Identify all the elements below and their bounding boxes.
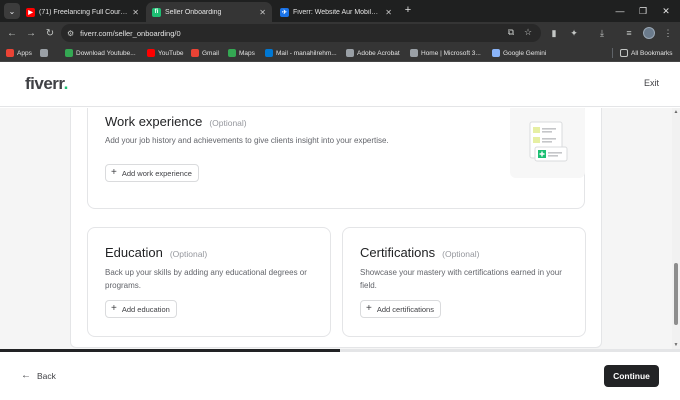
bookmark-mail[interactable]: Mail - manahilrehm... — [265, 47, 337, 59]
add-work-experience-button[interactable]: + Add work experience — [105, 164, 199, 182]
browser-tab-strip: ⌄ ▶ (71) Freelancing Full Course |2 ✕ fi… — [0, 0, 680, 22]
work-experience-heading: Work experience (Optional) — [105, 114, 247, 129]
bookmark-gmail[interactable]: Gmail — [191, 47, 219, 59]
address-bar[interactable]: ⚙ fiverr.com/seller_onboarding/0 — [61, 24, 541, 42]
work-experience-description: Add your job history and achievements to… — [105, 136, 389, 145]
media-controls-icon[interactable]: ≡ — [622, 26, 636, 40]
education-heading: Education (Optional) — [105, 245, 208, 260]
download-icon — [65, 49, 73, 57]
tab-search-icon[interactable]: ⌄ — [4, 3, 20, 19]
maps-icon — [228, 49, 236, 57]
globe-icon — [346, 49, 354, 57]
tab-title: (71) Freelancing Full Course |2 — [39, 8, 129, 16]
arrow-left-icon: ← — [21, 370, 31, 381]
browser-tab-seller-onboarding[interactable]: fi Seller Onboarding ✕ — [146, 2, 272, 22]
bookmark-microsoft[interactable]: Home | Microsoft 3... — [410, 47, 481, 59]
professional-info-card: Work experience (Optional) Add your job … — [70, 108, 602, 348]
site-info-icon[interactable]: ⚙ — [67, 29, 74, 38]
profile-avatar[interactable] — [643, 27, 655, 39]
back-arrow-icon[interactable]: ← — [5, 26, 19, 40]
plus-icon: + — [111, 303, 117, 314]
minimize-icon[interactable]: — — [610, 2, 630, 20]
bookmark-youtube[interactable]: YouTube — [147, 47, 184, 59]
close-tab-icon[interactable]: ✕ — [132, 8, 139, 17]
extension-icon[interactable]: ▮ — [547, 26, 561, 40]
work-experience-illustration — [510, 108, 585, 178]
back-button[interactable]: ← Back — [21, 370, 56, 381]
bookmarks-divider — [612, 48, 613, 58]
certifications-description: Showcase your mastery with certification… — [360, 268, 562, 290]
globe-icon — [410, 49, 418, 57]
bookmark-tab-groups[interactable] — [40, 47, 48, 59]
outlook-icon — [265, 49, 273, 57]
tab-title: Fiverr: Website Aur Mobile App — [293, 8, 382, 16]
onboarding-footer: ← Back Continue — [0, 352, 680, 400]
page-scrollbar[interactable]: ▲ ▼ — [672, 108, 680, 349]
exit-link[interactable]: Exit — [644, 78, 659, 88]
fiverr-logo[interactable]: fiverr. — [25, 74, 68, 94]
apps-grid-icon — [6, 49, 14, 57]
scrollbar-thumb[interactable] — [674, 263, 678, 325]
tab-groups-icon — [40, 49, 48, 57]
education-section: Education (Optional) Back up your skills… — [87, 227, 331, 337]
puzzle-extensions-icon[interactable]: ✦ — [567, 26, 581, 40]
add-education-button[interactable]: + Add education — [105, 300, 177, 318]
article-favicon-icon: ✈ — [280, 7, 289, 17]
browser-tab-fiverr-article[interactable]: ✈ Fiverr: Website Aur Mobile App ✕ — [274, 2, 398, 22]
close-tab-icon[interactable]: ✕ — [259, 8, 266, 17]
bookmark-star-icon[interactable]: ☆ — [521, 25, 535, 39]
bookmarks-bar: Apps Download Youtube... YouTube Gmail M… — [0, 44, 680, 62]
work-experience-section: Work experience (Optional) Add your job … — [87, 108, 585, 209]
address-url[interactable]: fiverr.com/seller_onboarding/0 — [80, 29, 180, 38]
plus-icon: + — [111, 167, 117, 178]
browser-tab-youtube[interactable]: ▶ (71) Freelancing Full Course |2 ✕ — [20, 2, 145, 22]
install-app-icon[interactable]: ⧉ — [504, 25, 518, 39]
youtube-icon — [147, 49, 155, 57]
all-bookmarks[interactable]: All Bookmarks — [620, 47, 673, 59]
reload-icon[interactable]: ↻ — [43, 26, 57, 40]
maximize-icon[interactable]: ❐ — [633, 2, 653, 20]
gmail-icon — [191, 49, 199, 57]
browser-toolbar: ← → ↻ ⚙ fiverr.com/seller_onboarding/0 ⧉… — [0, 22, 680, 44]
close-tab-icon[interactable]: ✕ — [385, 8, 392, 17]
fiverr-favicon-icon: fi — [152, 7, 161, 17]
scroll-up-icon[interactable]: ▲ — [673, 109, 679, 115]
add-certifications-button[interactable]: + Add certifications — [360, 300, 441, 318]
folder-icon — [620, 49, 628, 57]
continue-button[interactable]: Continue — [604, 365, 659, 387]
bookmark-apps[interactable]: Apps — [6, 47, 32, 59]
bookmark-maps[interactable]: Maps — [228, 47, 255, 59]
close-window-icon[interactable]: ✕ — [656, 2, 676, 20]
forward-arrow-icon[interactable]: → — [24, 26, 38, 40]
bookmark-google-gemini[interactable]: Google Gemini — [492, 47, 546, 59]
education-description: Back up your skills by adding any educat… — [105, 268, 307, 290]
chrome-menu-icon[interactable]: ⋮ — [661, 26, 675, 40]
youtube-favicon-icon: ▶ — [26, 7, 35, 17]
download-icon[interactable]: ⤓ — [595, 26, 609, 40]
bookmark-download-youtube[interactable]: Download Youtube... — [65, 47, 136, 59]
bookmark-adobe-acrobat[interactable]: Adobe Acrobat — [346, 47, 400, 59]
scroll-down-icon[interactable]: ▼ — [673, 342, 679, 348]
tab-title: Seller Onboarding — [165, 8, 222, 16]
certifications-section: Certifications (Optional) Showcase your … — [342, 227, 586, 337]
gemini-icon — [492, 49, 500, 57]
new-tab-plus-icon[interactable]: + — [401, 3, 415, 17]
plus-icon: + — [366, 303, 372, 314]
onboarding-content: Work experience (Optional) Add your job … — [0, 108, 672, 349]
certifications-heading: Certifications (Optional) — [360, 245, 480, 260]
site-header: fiverr. Exit — [0, 63, 680, 107]
